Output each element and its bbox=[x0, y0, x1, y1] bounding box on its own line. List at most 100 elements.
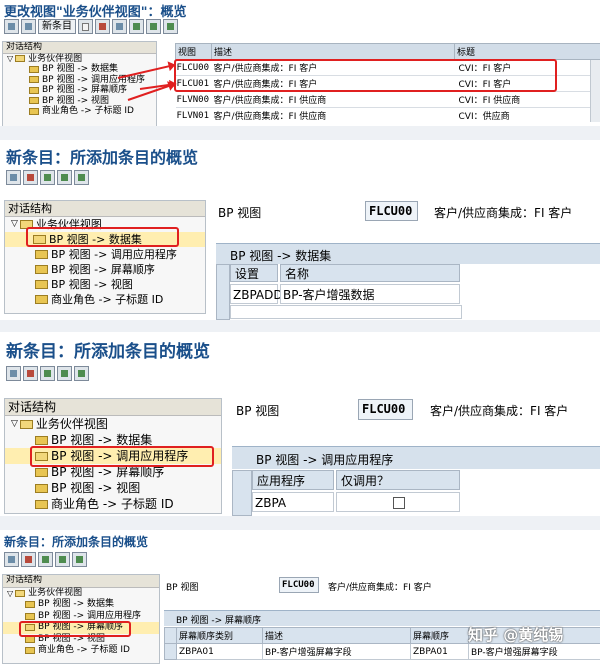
tree-item-role[interactable]: 商业角色 -> 子标题 ID bbox=[3, 645, 159, 657]
table-row[interactable]: ZBPA01 BP-客户增强屏幕字段 ZBPA01 BP-客户增强屏幕字段 bbox=[165, 644, 600, 660]
tree-item-dataset[interactable]: BP 视图 -> 数据集 bbox=[3, 599, 159, 611]
bp-view-description: 客户/供应商集成：FI 客户 bbox=[430, 402, 568, 419]
bp-view-description: 客户/供应商集成：FI 客户 bbox=[434, 204, 572, 221]
panel-header: BP 视图 -> 调用应用程序 bbox=[232, 446, 600, 469]
tree-item-call-app[interactable]: BP 视图 -> 调用应用程序 bbox=[5, 247, 205, 262]
highlight-box bbox=[26, 227, 179, 247]
tree-item-role[interactable]: 商业角色 -> 子标题 ID bbox=[5, 496, 221, 512]
folder-icon bbox=[20, 420, 33, 429]
col-header-application[interactable]: 应用程序 bbox=[252, 470, 334, 490]
bp-view-label: BP 视图 bbox=[218, 204, 261, 221]
dialog-structure-tree: 对话结构 ▽业务伙伴视图 BP 视图 -> 数据集 BP 视图 -> 调用应用程… bbox=[4, 200, 206, 314]
select-block-icon[interactable] bbox=[55, 552, 70, 567]
table-row[interactable]: FLVN00 客户/供应商集成：FI 供应商 CVI：FI 供应商 bbox=[176, 92, 600, 108]
screen-seq-cell[interactable]: ZBPA01 bbox=[411, 644, 469, 660]
bp-view-description: 客户/供应商集成：FI 客户 bbox=[328, 580, 432, 593]
folder-icon bbox=[25, 601, 35, 608]
toolbar-3 bbox=[6, 366, 89, 381]
delete-icon[interactable] bbox=[23, 366, 38, 381]
application-cell[interactable]: ZBPA bbox=[252, 492, 334, 512]
row-selector-column[interactable] bbox=[232, 470, 252, 516]
edit-icon[interactable] bbox=[6, 366, 21, 381]
page-title-new-entries: 新条目：所添加条目的概览 bbox=[4, 533, 148, 550]
folder-icon bbox=[15, 55, 25, 62]
panel-header: BP 视图 -> 数据集 bbox=[216, 243, 600, 264]
copy-icon[interactable] bbox=[78, 19, 93, 34]
tree-item-bp-view[interactable]: ▽业务伙伴视图 bbox=[3, 54, 156, 65]
undo-icon[interactable] bbox=[112, 19, 127, 34]
bp-view-label: BP 视图 bbox=[236, 402, 279, 419]
col-header-desc[interactable]: 描述 bbox=[212, 44, 455, 60]
col-header-setting[interactable]: 设置 bbox=[230, 264, 278, 282]
select-all-icon[interactable] bbox=[129, 19, 144, 34]
delete-icon[interactable] bbox=[21, 552, 36, 567]
row-selector-column[interactable] bbox=[165, 628, 177, 644]
select-all-icon[interactable] bbox=[38, 552, 53, 567]
bp-view-field[interactable]: FLCU00 bbox=[365, 201, 418, 221]
tree-item-role[interactable]: 商业角色 -> 子标题 ID bbox=[5, 292, 205, 307]
col-header-only-call[interactable]: 仅调用？ bbox=[336, 470, 460, 490]
display-change-icon[interactable] bbox=[21, 19, 36, 34]
highlight-box bbox=[19, 621, 131, 637]
edit-icon[interactable] bbox=[6, 170, 21, 185]
toolbar-1: 新条目 bbox=[4, 19, 178, 34]
tree-item-bp-view[interactable]: ▽业务伙伴视图 bbox=[3, 588, 159, 600]
tree-item-view[interactable]: BP 视图 -> 视图 bbox=[5, 277, 205, 292]
tree-item-call-app[interactable]: BP 视图 -> 调用应用程序 bbox=[3, 75, 156, 86]
folder-icon bbox=[35, 280, 48, 289]
col-header-view[interactable]: 视图 bbox=[176, 44, 212, 60]
deselect-all-icon[interactable] bbox=[74, 170, 89, 185]
name-cell[interactable]: BP-客户增强数据 bbox=[280, 284, 460, 304]
edit-icon[interactable] bbox=[4, 552, 19, 567]
tree-item-role[interactable]: 商业角色 -> 子标题 ID bbox=[3, 106, 156, 117]
folder-icon bbox=[35, 436, 48, 445]
folder-icon bbox=[29, 108, 39, 115]
tree-item-view[interactable]: BP 视图 -> 视图 bbox=[5, 480, 221, 496]
tree-header: 对话结构 bbox=[5, 201, 205, 217]
col-header-name[interactable]: 名称 bbox=[280, 264, 460, 282]
vertical-scrollbar[interactable] bbox=[590, 60, 600, 122]
col-header-screen-seq-category[interactable]: 屏幕顺序类别 bbox=[177, 628, 263, 644]
folder-icon bbox=[25, 613, 35, 620]
tree-item-screen-seq[interactable]: BP 视图 -> 屏幕顺序 bbox=[3, 85, 156, 96]
tree-item-screen-seq[interactable]: BP 视图 -> 屏幕顺序 bbox=[5, 262, 205, 277]
deselect-all-icon[interactable] bbox=[163, 19, 178, 34]
page-title-new-entries: 新条目：所添加条目的概览 bbox=[6, 337, 210, 362]
page-title-new-entries: 新条目：所添加条目的概览 bbox=[6, 144, 198, 168]
tree-item-bp-view[interactable]: ▽业务伙伴视图 bbox=[5, 416, 221, 432]
new-entries-button[interactable]: 新条目 bbox=[38, 19, 76, 34]
bp-view-field[interactable]: FLCU00 bbox=[358, 399, 413, 420]
folder-icon bbox=[35, 250, 48, 259]
col-header-desc[interactable]: 描述 bbox=[263, 628, 411, 644]
select-all-icon[interactable] bbox=[40, 366, 55, 381]
page-title-change-view: 更改视图"业务伙伴视图"：概览 bbox=[4, 1, 187, 20]
description2-cell[interactable]: BP-客户增强屏幕字段 bbox=[469, 644, 600, 660]
only-call-checkbox[interactable] bbox=[393, 497, 405, 509]
separator bbox=[0, 320, 600, 332]
row-selector[interactable] bbox=[165, 644, 177, 660]
select-block-icon[interactable] bbox=[57, 366, 72, 381]
select-block-icon[interactable] bbox=[146, 19, 161, 34]
deselect-all-icon[interactable] bbox=[72, 552, 87, 567]
empty-row[interactable] bbox=[230, 305, 462, 319]
setting-cell[interactable]: ZBPADD bbox=[230, 284, 278, 304]
col-header-screen-seq[interactable]: 屏幕顺序 bbox=[411, 628, 469, 644]
toolbar-2 bbox=[6, 170, 89, 185]
highlight-box bbox=[30, 446, 214, 467]
folder-icon bbox=[35, 265, 48, 274]
col-header-title[interactable]: 标题 bbox=[455, 44, 600, 60]
deselect-all-icon[interactable] bbox=[74, 366, 89, 381]
bp-view-field[interactable]: FLCU00 bbox=[279, 577, 319, 593]
delete-icon[interactable] bbox=[95, 19, 110, 34]
select-all-icon[interactable] bbox=[40, 170, 55, 185]
folder-icon bbox=[29, 97, 39, 104]
edit-icon[interactable] bbox=[4, 19, 19, 34]
screen-seq-category-cell[interactable]: ZBPA01 bbox=[177, 644, 263, 660]
folder-icon bbox=[29, 76, 39, 83]
tree-header: 对话结构 bbox=[3, 42, 156, 54]
select-block-icon[interactable] bbox=[57, 170, 72, 185]
row-selector-column[interactable] bbox=[216, 264, 230, 320]
table-row[interactable]: FLVN01 客户/供应商集成：FI 供应商 CVI：供应商 bbox=[176, 108, 600, 124]
delete-icon[interactable] bbox=[23, 170, 38, 185]
description-cell[interactable]: BP-客户增强屏幕字段 bbox=[263, 644, 411, 660]
